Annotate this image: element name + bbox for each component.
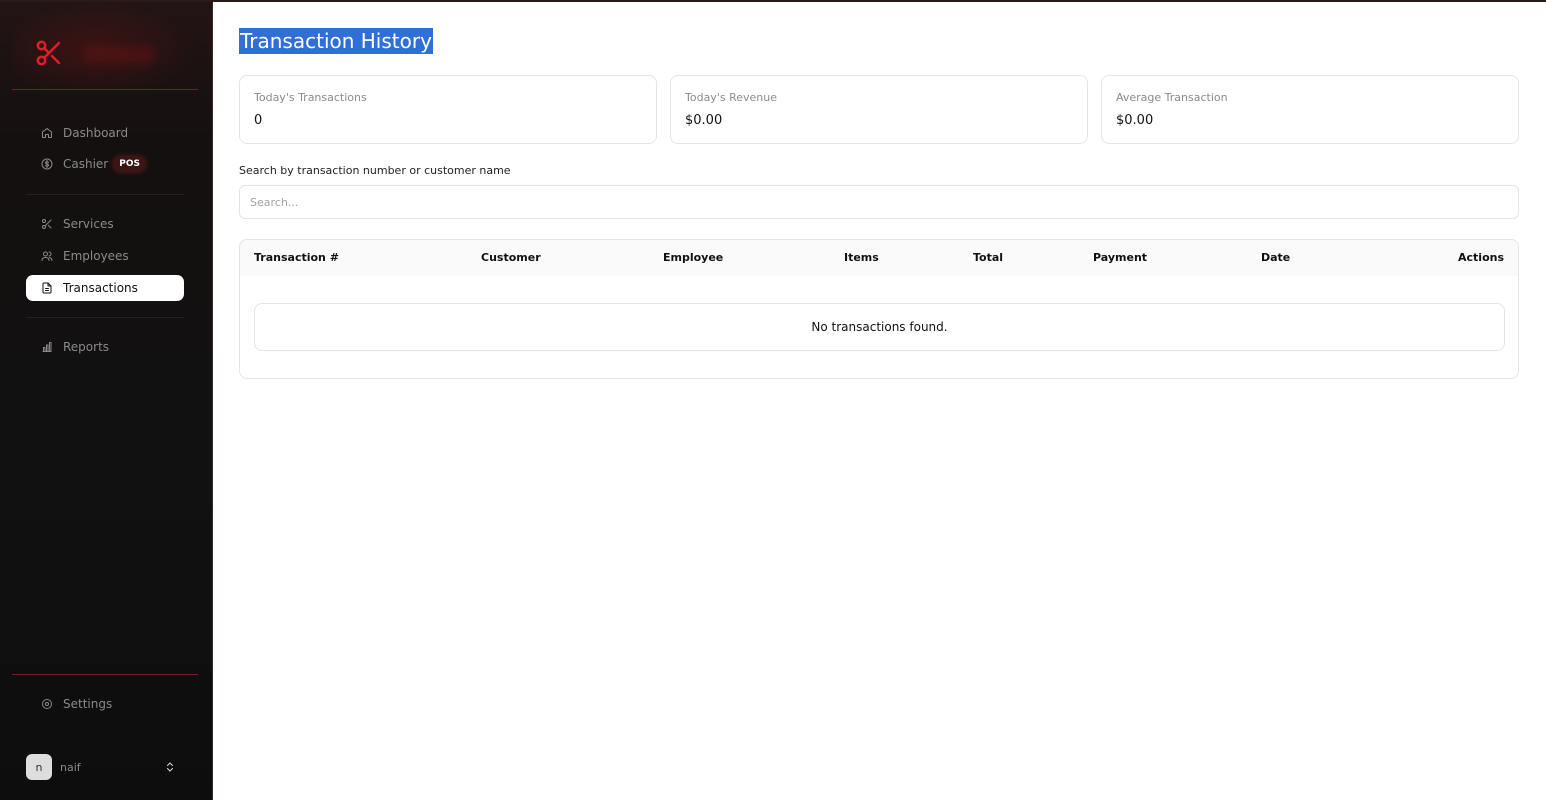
stat-label: Today's Transactions xyxy=(254,91,367,104)
pos-badge: POS xyxy=(114,157,145,171)
nav-group-primary: Dashboard Cashier POS xyxy=(26,120,184,182)
users-icon xyxy=(40,250,53,263)
column-header-date[interactable]: Date xyxy=(1261,251,1290,264)
main-content: Transaction History Today's Transactions… xyxy=(213,2,1546,800)
stat-card-average-transaction: Average Transaction $0.00 xyxy=(1101,75,1519,144)
empty-state: No transactions found. xyxy=(254,303,1505,351)
sidebar-divider xyxy=(26,317,184,318)
search-input[interactable] xyxy=(239,185,1519,219)
sidebar-item-services[interactable]: Services xyxy=(26,211,184,237)
sidebar-item-label: Transactions xyxy=(63,281,138,295)
stat-label: Average Transaction xyxy=(1116,91,1228,104)
page-title: Transaction History xyxy=(239,28,433,54)
nav-group-secondary: Services Employees Transactions xyxy=(26,211,184,306)
sidebar: Dashboard Cashier POS Services Employees… xyxy=(0,2,213,800)
bar-chart-icon xyxy=(40,341,53,354)
empty-state-message: No transactions found. xyxy=(811,320,948,334)
user-name: naif xyxy=(60,760,81,774)
sidebar-item-transactions[interactable]: Transactions xyxy=(26,275,184,301)
dollar-icon xyxy=(40,158,53,171)
nav-group-settings: Settings xyxy=(26,691,184,722)
gear-icon xyxy=(40,698,53,711)
sidebar-item-label: Dashboard xyxy=(63,126,129,140)
scissors-logo-icon xyxy=(36,40,61,66)
sidebar-item-reports[interactable]: Reports xyxy=(26,334,184,360)
user-menu[interactable]: n naif xyxy=(26,754,184,780)
sidebar-item-label: Services xyxy=(63,217,114,231)
logo-wordmark-blurred xyxy=(84,46,154,64)
search-label: Search by transaction number or customer… xyxy=(239,164,511,177)
column-header-items[interactable]: Items xyxy=(844,251,879,264)
column-header-employee[interactable]: Employee xyxy=(663,251,723,264)
stat-label: Today's Revenue xyxy=(685,91,777,104)
sidebar-item-cashier[interactable]: Cashier POS xyxy=(26,151,184,177)
app-root: Dashboard Cashier POS Services Employees… xyxy=(0,0,1546,800)
home-icon xyxy=(40,127,53,140)
column-header-customer[interactable]: Customer xyxy=(481,251,541,264)
sidebar-item-settings[interactable]: Settings xyxy=(26,691,184,717)
logo-area[interactable] xyxy=(12,2,198,90)
column-header-actions: Actions xyxy=(1458,251,1504,264)
stat-card-today-revenue: Today's Revenue $0.00 xyxy=(670,75,1088,144)
nav-group-tertiary: Reports xyxy=(26,334,184,365)
stat-card-today-transactions: Today's Transactions 0 xyxy=(239,75,657,144)
sidebar-item-label: Settings xyxy=(63,697,113,711)
scissors-icon xyxy=(40,218,53,231)
column-header-total[interactable]: Total xyxy=(973,251,1003,264)
sidebar-divider xyxy=(26,194,184,195)
transactions-table: Transaction # Customer Employee Items To… xyxy=(239,239,1519,379)
stat-value: 0 xyxy=(254,113,263,128)
sidebar-item-employees[interactable]: Employees xyxy=(26,243,184,269)
sidebar-bottom-divider xyxy=(12,674,198,675)
table-header: Transaction # Customer Employee Items To… xyxy=(240,240,1518,276)
column-header-transaction-number[interactable]: Transaction # xyxy=(254,251,339,264)
sidebar-item-label: Reports xyxy=(63,340,110,354)
stat-value: $0.00 xyxy=(1116,113,1154,128)
column-header-payment[interactable]: Payment xyxy=(1093,251,1147,264)
sidebar-item-label: Cashier xyxy=(63,157,109,171)
avatar: n xyxy=(26,754,52,780)
sidebar-item-label: Employees xyxy=(63,249,129,263)
sidebar-item-dashboard[interactable]: Dashboard xyxy=(26,120,184,146)
file-icon xyxy=(40,282,53,295)
chevron-up-down-icon xyxy=(166,762,174,772)
stat-value: $0.00 xyxy=(685,113,723,128)
